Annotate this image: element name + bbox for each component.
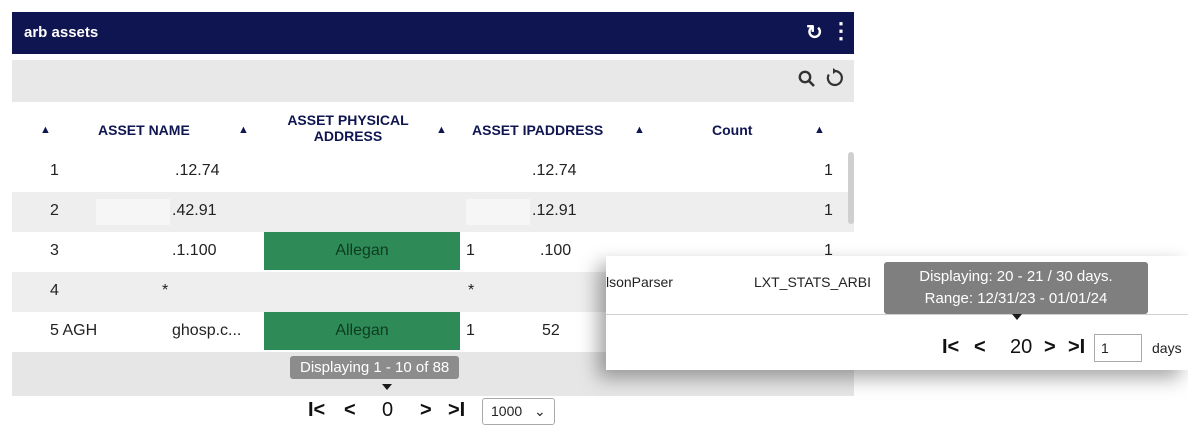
range-tooltip: Displaying: 20 - 21 / 30 days. Range: 12… [884,262,1148,314]
asset-physical-address-cell: Allegan [264,232,460,270]
row-number: 5 AGH [50,322,98,339]
count-cell: 1 [824,162,833,179]
count-cell: 1 [824,202,833,219]
header-asset-ipaddress[interactable]: ASSET IPADDRESS [472,122,603,138]
search-icon[interactable] [798,70,816,93]
range-tooltip-line1: Displaying: 20 - 21 / 30 days. [919,268,1113,285]
first-page-button[interactable]: I< [942,336,959,359]
next-page-button[interactable]: > [420,399,432,422]
sort-icon[interactable]: ▲ [436,124,447,136]
sort-icon[interactable]: ▲ [40,124,51,136]
prev-page-button[interactable]: < [344,399,356,422]
row-number: 1 [50,162,59,179]
tooltip-pointer [382,384,392,390]
last-page-button[interactable]: >I [448,399,465,422]
vertical-scrollbar[interactable] [848,152,854,224]
row-number: 2 [50,202,59,219]
asset-ip-cell: .12.91 [532,202,577,219]
asset-name-cell: ghosp.c... [172,322,242,339]
asset-ip-cell: 52 [542,322,560,339]
days-label: days [1152,340,1182,356]
row-number: 3 [50,242,59,259]
table-row[interactable]: 2 .42.91 .12.91 1 [12,192,854,232]
row-divider [606,314,1188,315]
redaction [466,199,530,225]
stat-cell: LXT_STATS_ARBI [754,274,871,290]
asset-ip-cell: .100 [540,242,572,259]
asset-physical-address-cell: Allegan [264,312,460,350]
table-row[interactable]: 1 .12.74 .12.74 1 [12,152,854,192]
redaction [96,199,170,225]
header-count[interactable]: Count [712,122,752,138]
asset-name-cell: * [162,282,169,299]
header-asset-physical-address[interactable]: ASSET PHYSICAL ADDRESS [280,112,416,144]
sort-icon[interactable]: ▲ [634,124,645,136]
parser-cell: lsonParser [606,274,673,290]
range-tooltip-line2: Range: 12/31/23 - 01/01/24 [924,290,1108,307]
widget-title: arb assets [24,24,99,41]
refresh-icon[interactable]: ↻ [806,20,823,45]
asset-ip-prefix: 1 [466,322,475,339]
tooltip-pointer [1012,314,1022,320]
sort-icon[interactable]: ▲ [814,124,825,136]
asset-ip-cell: .12.74 [532,162,577,179]
display-count-tooltip: Displaying 1 - 10 of 88 [290,356,460,379]
first-page-button[interactable]: I< [308,399,325,422]
header-line: ASSET PHYSICAL [287,112,409,128]
last-page-button[interactable]: >I [1068,336,1085,359]
prev-page-button[interactable]: < [974,336,986,359]
days-input[interactable]: 1 [1094,334,1142,362]
page-number-input[interactable]: 0 [382,399,393,422]
asset-ip-prefix: 1 [466,242,475,259]
asset-name-cell: .1.100 [172,242,217,259]
sort-icon[interactable]: ▲ [238,124,249,136]
kebab-menu-icon[interactable]: ⋮ [830,18,852,44]
asset-ip-cell: * [468,282,475,299]
table-toolbar [12,60,854,102]
asset-name-cell: .42.91 [172,202,217,219]
next-page-button[interactable]: > [1044,336,1056,359]
widget-titlebar: arb assets ↻ ⋮ [12,12,854,54]
header-asset-name[interactable]: ASSET NAME [98,122,190,138]
chevron-down-icon: ⌄ [534,403,546,419]
row-number: 4 [50,282,59,299]
reset-icon[interactable] [825,68,845,94]
asset-name-cell: .12.74 [175,162,220,179]
page-size-value: 1000 [491,403,523,419]
table-header: ▲ ASSET NAME ▲ ASSET PHYSICAL ADDRESS ▲ … [12,108,854,152]
page-number-input[interactable]: 20 [1010,336,1032,359]
page-size-select[interactable]: 1000 ⌄ [482,398,555,425]
header-line: ADDRESS [313,128,383,144]
